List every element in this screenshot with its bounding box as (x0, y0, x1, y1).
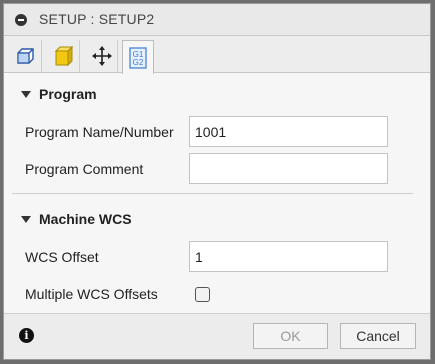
machine-wcs-section-title: Machine WCS (39, 211, 132, 227)
setup-dialog: SETUP : SETUP2 G1 G2 Program Program Nam… (3, 3, 431, 360)
cancel-button[interactable]: Cancel (340, 323, 416, 349)
title-bar[interactable]: SETUP : SETUP2 (4, 4, 430, 36)
program-section-header[interactable]: Program (21, 86, 97, 102)
multiple-wcs-offsets-checkbox[interactable] (195, 287, 210, 302)
tab-setup[interactable] (10, 40, 42, 72)
tab-stock[interactable] (48, 40, 80, 72)
minus-circle-icon[interactable] (15, 14, 27, 26)
dialog-title: SETUP : SETUP2 (39, 11, 155, 27)
ok-button[interactable]: OK (253, 323, 328, 349)
machine-wcs-section-header[interactable]: Machine WCS (21, 211, 132, 227)
program-comment-input[interactable] (189, 153, 388, 184)
program-name-label: Program Name/Number (25, 124, 174, 140)
move-arrows-icon (91, 46, 112, 66)
tab-strip: G1 G2 (4, 36, 430, 74)
wcs-offset-label: WCS Offset (25, 249, 99, 265)
stock-cube-icon (54, 45, 73, 67)
section-divider (12, 193, 413, 194)
tab-move[interactable] (86, 40, 118, 72)
info-icon[interactable]: i (19, 328, 34, 343)
collapse-caret-icon[interactable] (21, 90, 31, 98)
program-name-input[interactable] (189, 116, 388, 147)
program-section-title: Program (39, 86, 97, 102)
multiple-wcs-offsets-label: Multiple WCS Offsets (25, 286, 158, 302)
g2-label: G2 (133, 58, 144, 67)
program-comment-label: Program Comment (25, 161, 144, 177)
tab-post-process[interactable]: G1 G2 (122, 40, 154, 74)
g1-g2-icon: G1 G2 (129, 46, 147, 69)
wcs-offset-input[interactable] (189, 241, 388, 272)
dialog-footer: i OK Cancel (4, 313, 430, 359)
setup-box-icon (16, 48, 34, 64)
dialog-content: Program Program Name/Number Program Comm… (4, 73, 430, 313)
collapse-caret-icon[interactable] (21, 215, 31, 223)
